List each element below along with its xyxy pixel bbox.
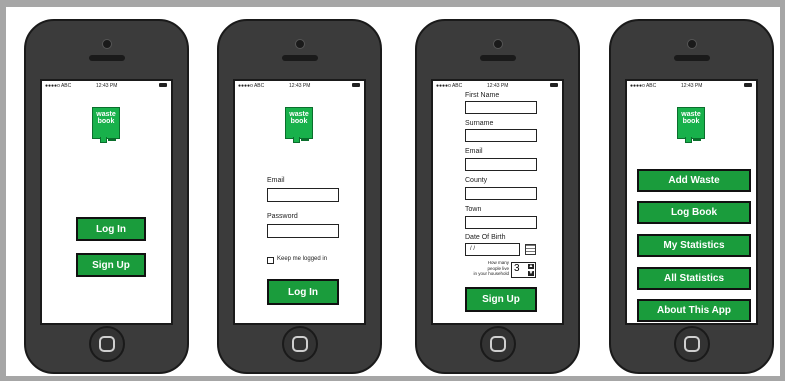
carrier-label: ●●●●o ABC [45,83,72,89]
log-book-button[interactable]: Log Book [637,201,751,224]
email-field[interactable] [465,158,537,171]
household-line3: in your household [473,271,509,276]
my-statistics-button[interactable]: My Statistics [637,234,751,257]
home-square-icon [291,336,308,352]
first-name-label: First Name [465,92,500,99]
logo-drip [685,137,692,143]
clock-label: 12:43 PM [681,83,703,89]
login-submit-button[interactable]: Log In [267,279,339,305]
welcome-screen: ●●●●o ABC 12:43 PM waste book Log In Sign… [40,79,173,325]
home-square-icon [489,336,506,352]
battery-icon [159,83,167,87]
home-button[interactable] [673,326,710,362]
camera-icon [492,39,503,49]
wastebook-logo: waste book [677,107,705,143]
phone-welcome: ●●●●o ABC 12:43 PM waste book Log In Sign… [24,19,189,374]
phone-signup: ●●●●o ABC 12:43 PM First Name Surname Em… [415,19,580,374]
battery-icon [550,83,558,87]
dob-value: / / [470,246,476,252]
home-square-icon [98,336,115,352]
surname-label: Surname [465,120,494,127]
email-label: Email [465,148,483,155]
add-waste-button[interactable]: Add Waste [637,169,751,192]
camera-icon [686,39,697,49]
calendar-icon[interactable] [525,244,536,255]
household-label: How many people live in your household [463,260,509,277]
logo-base [301,138,309,141]
status-bar: ●●●●o ABC 12:43 PM [235,81,364,91]
home-button[interactable] [88,326,125,362]
logo-line2: book [290,118,308,125]
carrier-label: ●●●●o ABC [238,83,265,89]
all-statistics-button[interactable]: All Statistics [637,267,751,290]
dob-field[interactable]: / / [465,243,520,256]
signup-submit-button[interactable]: Sign Up [465,287,537,312]
password-label: Password [267,213,298,220]
clock-label: 12:43 PM [96,83,118,89]
town-label: Town [465,206,482,213]
battery-icon [352,83,360,87]
password-field[interactable] [267,224,339,238]
logo-drip [100,137,107,143]
town-field[interactable] [465,216,537,229]
first-name-field[interactable] [465,101,537,114]
dob-label: Date Of Birth [465,234,506,241]
signup-screen: ●●●●o ABC 12:43 PM First Name Surname Em… [431,79,564,325]
logo-base [693,138,701,141]
email-field[interactable] [267,188,339,202]
status-bar: ●●●●o ABC 12:43 PM [627,81,756,91]
home-button[interactable] [479,326,516,362]
speaker-icon [673,55,710,61]
battery-icon [744,83,752,87]
logo-line1: waste [289,111,309,118]
phone-login: ●●●●o ABC 12:43 PM waste book Email Passw… [217,19,382,374]
wastebook-logo: waste book [92,107,120,143]
home-square-icon [683,336,700,352]
home-button[interactable] [281,326,318,362]
county-label: County [465,177,488,184]
login-button[interactable]: Log In [76,217,146,241]
mockup-canvas: ●●●●o ABC 12:43 PM waste book Log In Sign… [6,7,780,376]
menu-screen: ●●●●o ABC 12:43 PM waste book Add Waste L… [625,79,758,325]
login-screen: ●●●●o ABC 12:43 PM waste book Email Passw… [233,79,366,325]
household-stepper[interactable]: 3 ▲ ▼ [511,262,536,278]
status-bar: ●●●●o ABC 12:43 PM [42,81,171,91]
keep-logged-in-checkbox[interactable] [267,257,274,264]
camera-icon [294,39,305,49]
household-line2: people live [487,265,509,271]
stepper-up-icon[interactable]: ▲ [528,264,534,269]
phone-menu: ●●●●o ABC 12:43 PM waste book Add Waste L… [609,19,774,374]
about-app-button[interactable]: About This App [637,299,751,322]
logo-line2: book [97,118,115,125]
logo-line2: book [682,118,700,125]
surname-field[interactable] [465,129,537,142]
household-line1: How many [487,260,509,265]
wastebook-logo: waste book [285,107,313,143]
logo-drip [293,137,300,143]
speaker-icon [281,55,318,61]
clock-label: 12:43 PM [487,83,509,89]
keep-logged-in-label: Keep me logged in [277,256,328,262]
speaker-icon [88,55,125,61]
county-field[interactable] [465,187,537,200]
carrier-label: ●●●●o ABC [630,83,657,89]
status-bar: ●●●●o ABC 12:43 PM [433,81,562,91]
clock-label: 12:43 PM [289,83,311,89]
speaker-icon [479,55,516,61]
signup-button[interactable]: Sign Up [76,253,146,277]
stepper-down-icon[interactable]: ▼ [528,271,534,276]
camera-icon [101,39,112,49]
household-value: 3 [514,263,520,274]
email-label: Email [267,177,285,184]
logo-line1: waste [96,111,116,118]
logo-base [108,138,116,141]
logo-line1: waste [681,111,701,118]
carrier-label: ●●●●o ABC [436,83,463,89]
